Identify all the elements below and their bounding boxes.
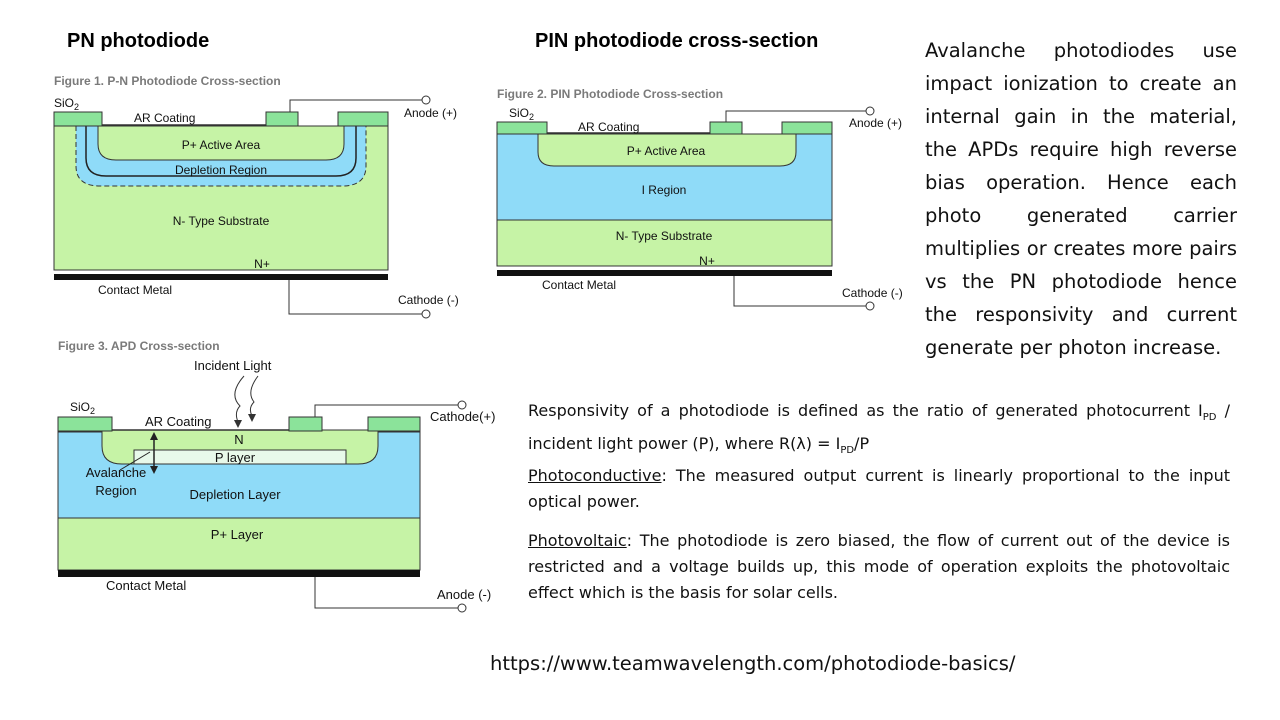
photovoltaic-term: Photovoltaic	[528, 531, 627, 550]
figure3-caption: Figure 3. APD Cross-section	[58, 339, 220, 353]
pin-anode-label: Anode (+)	[849, 116, 902, 130]
apd-explanation-paragraph: Avalanche photodiodes use impact ionizat…	[925, 39, 1237, 359]
figure3-apd-diagram: SiO2 Incident Light AR Coating Cathode(+…	[57, 358, 495, 613]
pin-cathode-terminal	[865, 301, 875, 311]
photoconductive-term: Photoconductive	[528, 466, 662, 485]
figure1-pn-diagram: SiO2 AR Coating Anode (+) P+ Active Area…	[53, 95, 459, 319]
apd-sio2-label: SiO2	[70, 400, 95, 416]
apd-cathode-label: Cathode(+)	[430, 409, 495, 424]
pin-p-active-label: P+ Active Area	[627, 144, 706, 158]
pin-anode-wire	[725, 110, 866, 122]
apd-contact-metal-label: Contact Metal	[106, 578, 186, 593]
pn-depletion-label: Depletion Region	[175, 163, 267, 177]
pn-sio2-left	[53, 111, 103, 127]
apd-pplus-label: P+ Layer	[211, 527, 264, 542]
pin-substrate-label: N- Type Substrate	[616, 229, 713, 243]
pn-anode-label: Anode (+)	[404, 106, 457, 120]
apd-contact-metal	[58, 570, 420, 577]
apd-avalanche-label-line2: Region	[95, 483, 136, 498]
source-url: https://www.teamwavelength.com/photodiod…	[490, 652, 1016, 675]
pin-contact-metal-label: Contact Metal	[542, 278, 616, 292]
apd-incident-arrowhead-2	[248, 414, 256, 422]
apd-incident-light-ray-1	[234, 375, 245, 423]
apd-p-layer-label: P layer	[215, 450, 256, 465]
photoconductive-definition: Photoconductive: The measured output cur…	[528, 466, 1230, 511]
apd-avalanche-label-line1: Avalanche	[86, 465, 146, 480]
apd-pplus-layer	[57, 517, 421, 571]
pin-ar-coating-label: AR Coating	[578, 120, 639, 134]
apd-ar-coating-label: AR Coating	[145, 414, 211, 429]
apd-n-label: N	[234, 432, 243, 447]
pn-cathode-label: Cathode (-)	[398, 293, 459, 307]
photovoltaic-definition: Photovoltaic: The photodiode is zero bia…	[528, 531, 1230, 602]
pn-sio2-mid	[265, 111, 299, 127]
apd-incident-light-ray-2	[249, 375, 259, 417]
apd-depletion-label: Depletion Layer	[189, 487, 281, 502]
pin-n-substrate	[496, 219, 833, 267]
pn-photodiode-heading: PN photodiode	[67, 30, 210, 52]
pn-ar-coating-label: AR Coating	[134, 111, 195, 125]
responsivity-definition: Responsivity of a photodiode is defined …	[528, 401, 1230, 457]
pin-i-region-label: I Region	[642, 183, 687, 197]
pin-contact-metal	[497, 270, 832, 276]
pin-photodiode-heading: PIN photodiode cross-section	[535, 30, 819, 52]
apd-anode-terminal	[457, 603, 467, 613]
pin-cathode-label: Cathode (-)	[842, 286, 903, 300]
apd-incident-arrowhead-1	[234, 420, 242, 428]
apd-sio2-right	[367, 416, 421, 432]
pn-substrate-label: N- Type Substrate	[173, 214, 270, 228]
figure1-caption: Figure 1. P-N Photodiode Cross-section	[54, 74, 281, 88]
pn-anode-wire	[289, 99, 422, 112]
pin-anode-terminal	[865, 106, 875, 116]
pin-nplus-label: N+	[699, 254, 715, 268]
pin-sio2-right	[781, 121, 833, 135]
pn-contact-metal	[54, 274, 388, 280]
pin-sio2-left	[496, 121, 548, 135]
figure2-caption: Figure 2. PIN Photodiode Cross-section	[497, 87, 724, 101]
pn-nplus-label: N+	[254, 257, 270, 271]
figure2-pin-diagram: SiO2 AR Coating Anode (+) P+ Active Area…	[496, 106, 903, 311]
apd-anode-label: Anode (-)	[437, 587, 491, 602]
pn-sio2-label: SiO2	[54, 96, 79, 112]
apd-sio2-mid	[288, 416, 323, 432]
pn-anode-terminal	[421, 95, 431, 105]
pn-p-active-label: P+ Active Area	[182, 138, 261, 152]
pn-contact-metal-label: Contact Metal	[98, 283, 172, 297]
pn-sio2-right	[337, 111, 389, 127]
pn-cathode-terminal	[421, 309, 431, 319]
apd-cathode-terminal	[457, 400, 467, 410]
apd-sio2-left	[57, 416, 113, 432]
pin-sio2-mid	[709, 121, 743, 135]
apd-incident-light-label: Incident Light	[194, 358, 272, 373]
pin-sio2-label: SiO2	[509, 106, 534, 122]
